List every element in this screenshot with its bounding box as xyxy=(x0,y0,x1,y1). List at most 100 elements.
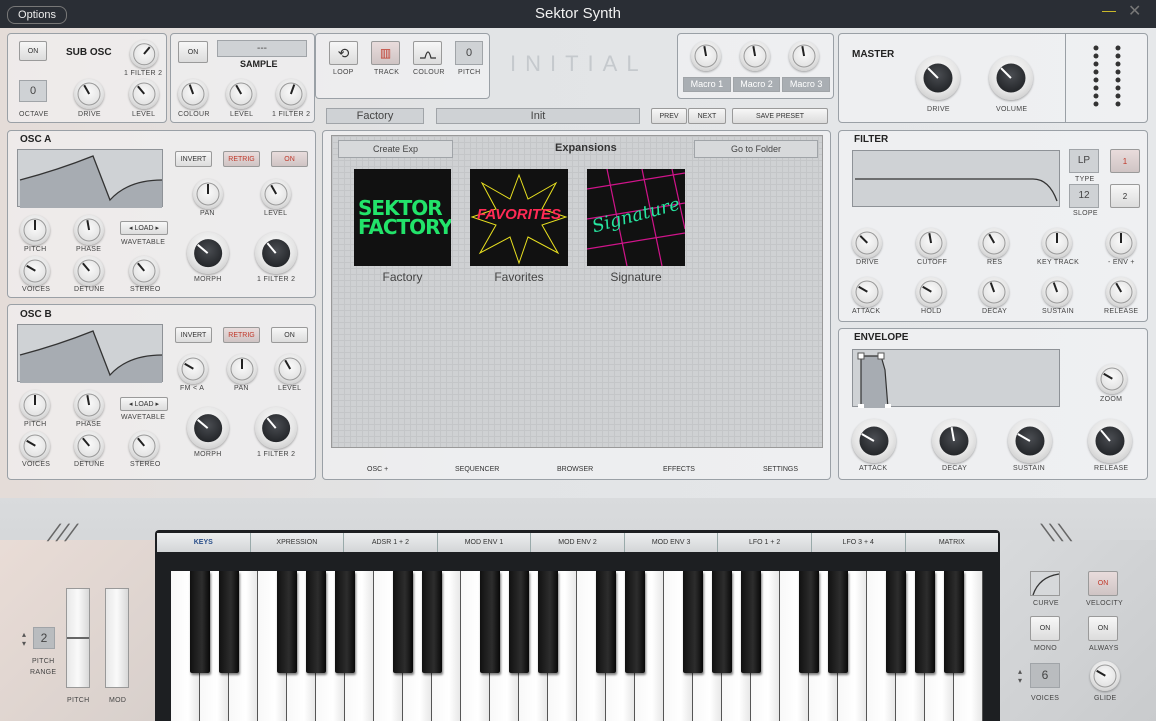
osc-a-retrig-button[interactable]: RETRIG xyxy=(223,151,260,167)
macro-1-label[interactable]: Macro 1 xyxy=(683,77,731,92)
osc-a-morph-knob[interactable] xyxy=(187,232,229,274)
osc-a-pan-knob[interactable] xyxy=(193,179,223,209)
filter-env-knob[interactable] xyxy=(1106,228,1136,258)
envelope-decay-knob[interactable] xyxy=(932,419,976,463)
osc-b-pitch-knob[interactable] xyxy=(20,390,50,420)
voices-stepper-icon[interactable]: ▴ ▾ xyxy=(1018,667,1022,685)
arrow-left-icon[interactable]: ◂ xyxy=(129,224,133,232)
sub-osc-level-knob[interactable] xyxy=(129,79,159,109)
osc-b-stereo-knob[interactable] xyxy=(129,431,159,461)
close-icon[interactable]: ✕ xyxy=(1128,4,1141,20)
velocity-curve-display[interactable] xyxy=(1030,571,1060,596)
sample-on-button[interactable]: ON xyxy=(178,41,208,63)
filter-cutoff-knob[interactable] xyxy=(916,228,946,258)
colour-curve-icon[interactable] xyxy=(413,41,442,65)
osc-b-load-wavetable-button[interactable]: ◂ LOAD ▸ xyxy=(120,397,168,411)
sub-osc-drive-knob[interactable] xyxy=(74,79,104,109)
voices-display[interactable]: 6 xyxy=(1030,663,1060,688)
tab-adsr[interactable]: ADSR 1 + 2 xyxy=(344,533,438,552)
osc-a-detune-knob[interactable] xyxy=(74,256,104,286)
preset-bank-display[interactable]: Factory xyxy=(326,108,424,124)
filter-res-knob[interactable] xyxy=(979,228,1009,258)
osc-b-level-knob[interactable] xyxy=(275,354,305,384)
osc-b-phase-knob[interactable] xyxy=(74,390,104,420)
osc-a-level-knob[interactable] xyxy=(261,179,291,209)
velocity-on-button[interactable]: ON xyxy=(1088,571,1118,596)
osc-a-voices-knob[interactable] xyxy=(20,256,50,286)
nav-browser[interactable]: BROWSER xyxy=(557,466,593,473)
macro-1-knob[interactable] xyxy=(691,41,721,71)
always-on-button[interactable]: ON xyxy=(1088,616,1118,641)
tab-xpression[interactable]: XPRESSION xyxy=(250,533,345,552)
go-to-folder-button[interactable]: Go to Folder xyxy=(694,140,818,158)
save-preset-button[interactable]: SAVE PRESET xyxy=(732,108,828,124)
track-keyboard-icon[interactable]: ▥ xyxy=(371,41,400,65)
expansion-factory-label[interactable]: Factory xyxy=(354,270,451,284)
macro-2-knob[interactable] xyxy=(740,41,770,71)
envelope-sustain-knob[interactable] xyxy=(1008,419,1052,463)
nav-sequencer[interactable]: SEQUENCER xyxy=(455,466,499,473)
pitch-wheel[interactable] xyxy=(66,588,90,688)
osc-a-waveform[interactable] xyxy=(17,149,163,208)
osc-a-invert-button[interactable]: INVERT xyxy=(175,151,212,167)
master-volume-knob[interactable] xyxy=(989,56,1033,100)
expansion-favorites-art[interactable]: FAVORITES xyxy=(470,169,568,266)
filter-release-knob[interactable] xyxy=(1106,277,1136,307)
pitch-range-display[interactable]: 2 xyxy=(33,627,55,649)
preset-next-button[interactable]: NEXT xyxy=(688,108,726,124)
sample-colour-knob[interactable] xyxy=(178,79,208,109)
tab-mod-env-2[interactable]: MOD ENV 2 xyxy=(531,533,625,552)
filter-drive-knob[interactable] xyxy=(852,228,882,258)
expansion-signature-art[interactable]: Signature xyxy=(587,169,685,266)
osc-b-filter-knob[interactable] xyxy=(255,407,297,449)
filter-sustain-knob[interactable] xyxy=(1042,277,1072,307)
sample-name-display[interactable]: --- xyxy=(217,40,307,57)
macro-2-label[interactable]: Macro 2 xyxy=(732,77,781,92)
preset-prev-button[interactable]: PREV xyxy=(651,108,687,124)
arrow-right-icon[interactable]: ▸ xyxy=(155,400,159,408)
envelope-display[interactable] xyxy=(852,349,1060,409)
osc-b-on-button[interactable]: ON xyxy=(271,327,308,343)
envelope-release-knob[interactable] xyxy=(1088,419,1132,463)
mod-wheel[interactable] xyxy=(105,588,129,688)
osc-b-detune-knob[interactable] xyxy=(74,431,104,461)
sub-osc-on-button[interactable]: ON xyxy=(19,41,47,61)
filter-1-button[interactable]: 1 xyxy=(1110,149,1140,173)
osc-b-pan-knob[interactable] xyxy=(227,354,257,384)
filter-type-display[interactable]: LP xyxy=(1069,149,1099,173)
nav-settings[interactable]: SETTINGS xyxy=(763,466,798,473)
filter-key-track-knob[interactable] xyxy=(1042,228,1072,258)
glide-knob[interactable] xyxy=(1090,661,1120,691)
macro-3-label[interactable]: Macro 3 xyxy=(782,77,831,92)
tab-mod-env-1[interactable]: MOD ENV 1 xyxy=(437,533,532,552)
osc-b-invert-button[interactable]: INVERT xyxy=(175,327,212,343)
sample-level-knob[interactable] xyxy=(226,79,256,109)
tab-mod-env-3[interactable]: MOD ENV 3 xyxy=(624,533,719,552)
osc-b-waveform[interactable] xyxy=(17,324,163,383)
expansion-factory-art[interactable]: SEKTOR FACTORY xyxy=(354,169,451,266)
osc-b-voices-knob[interactable] xyxy=(20,431,50,461)
nav-osc-plus[interactable]: OSC + xyxy=(367,466,388,473)
octave-display[interactable]: 0 xyxy=(19,80,47,102)
filter-hold-knob[interactable] xyxy=(916,277,946,307)
loop-icon[interactable]: ⟲ xyxy=(329,41,358,65)
pitch-display[interactable]: 0 xyxy=(455,41,483,65)
osc-a-pitch-knob[interactable] xyxy=(20,215,50,245)
filter-attack-knob[interactable] xyxy=(852,277,882,307)
osc-a-filter-knob[interactable] xyxy=(255,232,297,274)
filter-2-button[interactable]: 2 xyxy=(1110,184,1140,208)
tab-matrix[interactable]: MATRIX xyxy=(905,533,999,552)
arrow-right-icon[interactable]: ▸ xyxy=(155,224,159,232)
osc-a-load-wavetable-button[interactable]: ◂ LOAD ▸ xyxy=(120,221,168,235)
filter-slope-display[interactable]: 12 xyxy=(1069,184,1099,208)
tab-lfo-1-2[interactable]: LFO 1 + 2 xyxy=(718,533,812,552)
osc-a-on-button[interactable]: ON xyxy=(271,151,308,167)
tab-lfo-3-4[interactable]: LFO 3 + 4 xyxy=(811,533,906,552)
minimize-icon[interactable]: — xyxy=(1102,2,1116,18)
sample-filter-knob[interactable] xyxy=(276,79,306,109)
filter-response-display[interactable] xyxy=(852,150,1060,207)
envelope-attack-knob[interactable] xyxy=(852,419,896,463)
envelope-zoom-knob[interactable] xyxy=(1097,364,1127,394)
sub-osc-filter-knob[interactable] xyxy=(130,40,158,68)
osc-a-phase-knob[interactable] xyxy=(74,215,104,245)
